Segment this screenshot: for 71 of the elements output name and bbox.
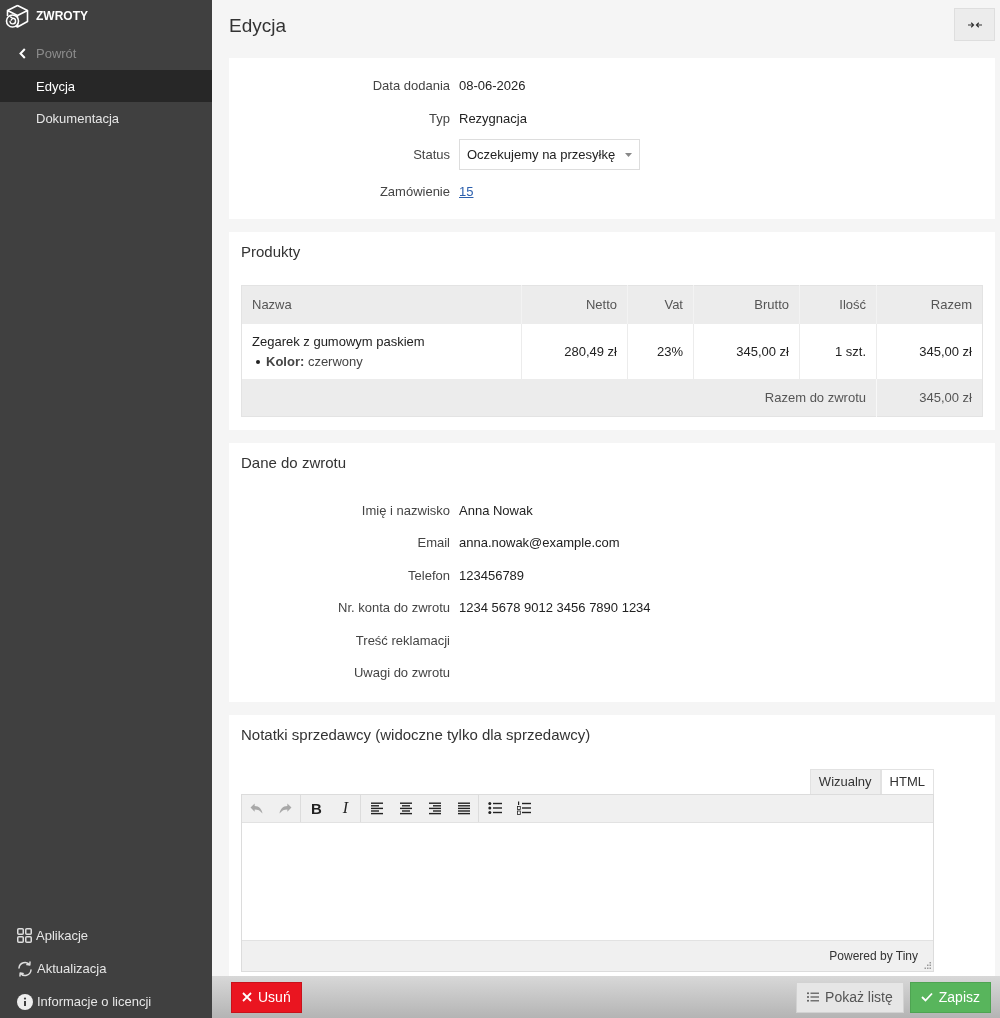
field-value: 123456789 <box>459 567 525 583</box>
sidebar-link[interactable]: Aktualizacja <box>0 952 212 985</box>
column-header: Nazwa <box>241 285 522 324</box>
bullet-icon <box>256 359 260 364</box>
x-icon <box>242 992 252 1002</box>
field-value: anna.nowak@example.com <box>459 535 620 551</box>
package-icon <box>5 3 30 29</box>
field-label: Uwagi do zwrotu <box>352 665 450 681</box>
list-icon <box>807 992 820 1002</box>
select-field[interactable]: Oczekujemy na przesyłkę <box>459 139 641 170</box>
product-name: Zegarek z gumowym paskiem <box>252 332 426 351</box>
nav-item[interactable]: Dokumentacja <box>0 102 212 134</box>
sidebar-link[interactable]: Informacje o licencji <box>0 985 212 1018</box>
total-label: Razem do zwrotu <box>241 378 877 417</box>
caret-down-icon <box>625 152 633 157</box>
field-value: Rezygnacja <box>459 110 527 126</box>
delete-button[interactable]: Usuń <box>231 981 302 1013</box>
undo-icon <box>250 802 263 814</box>
redo-icon <box>279 802 292 814</box>
column-header: Netto <box>521 285 628 324</box>
field-value: 1234 5678 9012 3456 7890 1234 <box>459 600 651 616</box>
field-label: Status <box>412 147 450 162</box>
align-right-icon <box>427 801 442 816</box>
field-label: Zamówienie <box>378 183 450 199</box>
field-label: Typ <box>428 110 450 126</box>
column-header: Razem <box>876 285 983 324</box>
align-center-icon <box>398 801 413 816</box>
table-cell: 23% <box>627 323 694 379</box>
collapse-button[interactable] <box>954 8 995 41</box>
field-label: Nr. konta do zwrotu <box>337 600 450 616</box>
bullet-list-icon <box>487 801 502 816</box>
list-button[interactable]: Pokaż listę <box>796 981 904 1013</box>
section-title: Dane do zwrotu <box>240 453 348 473</box>
section-title: Notatki sprzedawcy (widoczne tylko dla sprzedawcy) <box>240 724 592 745</box>
product-attribute: Kolor: czerwony <box>266 353 363 370</box>
field-label: Telefon <box>407 567 450 583</box>
sidebar-link[interactable]: Aplikacje <box>0 919 212 952</box>
column-header: Ilość <box>799 285 877 324</box>
powered-by-text: Powered by Tiny <box>829 948 918 963</box>
justify-icon <box>456 801 471 816</box>
numbered-list-icon <box>516 801 531 816</box>
align-left-icon <box>369 801 384 816</box>
column-header: Brutto <box>693 285 800 324</box>
grid-icon <box>17 928 32 943</box>
table-cell: 345,00 zł <box>876 323 983 379</box>
section-title: Produkty <box>240 242 302 262</box>
field-label: Email <box>416 535 450 551</box>
bold-button[interactable]: B <box>302 794 331 822</box>
order-link[interactable]: 15 <box>459 183 474 199</box>
chevron-left-icon <box>19 48 26 59</box>
nav-item[interactable]: Edycja <box>0 70 212 102</box>
editor-tab[interactable]: HTML <box>880 768 934 794</box>
table-cell: 1 szt. <box>799 323 877 379</box>
italic-button[interactable]: I <box>331 794 360 822</box>
field-label: Imię i nazwisko <box>360 502 450 518</box>
table-cell: 345,00 zł <box>693 323 800 379</box>
editor-tab[interactable]: Wizualny <box>809 768 881 794</box>
field-value: 08-06-2026 <box>459 77 526 93</box>
page-title: Edycja <box>229 14 287 38</box>
arrows-inward-icon <box>967 20 982 29</box>
field-value: Anna Nowak <box>459 502 533 518</box>
info-icon <box>17 993 33 1010</box>
table-cell: 280,49 zł <box>521 323 628 379</box>
app-title: ZWROTY <box>36 9 88 23</box>
total-value: 345,00 zł <box>876 378 983 417</box>
column-header: Vat <box>627 285 694 324</box>
check-icon <box>920 992 933 1002</box>
field-label: Treść reklamacji <box>354 632 450 648</box>
resize-handle-icon[interactable] <box>924 961 931 969</box>
sync-icon <box>17 960 33 977</box>
field-label: Data dodania <box>371 77 450 93</box>
